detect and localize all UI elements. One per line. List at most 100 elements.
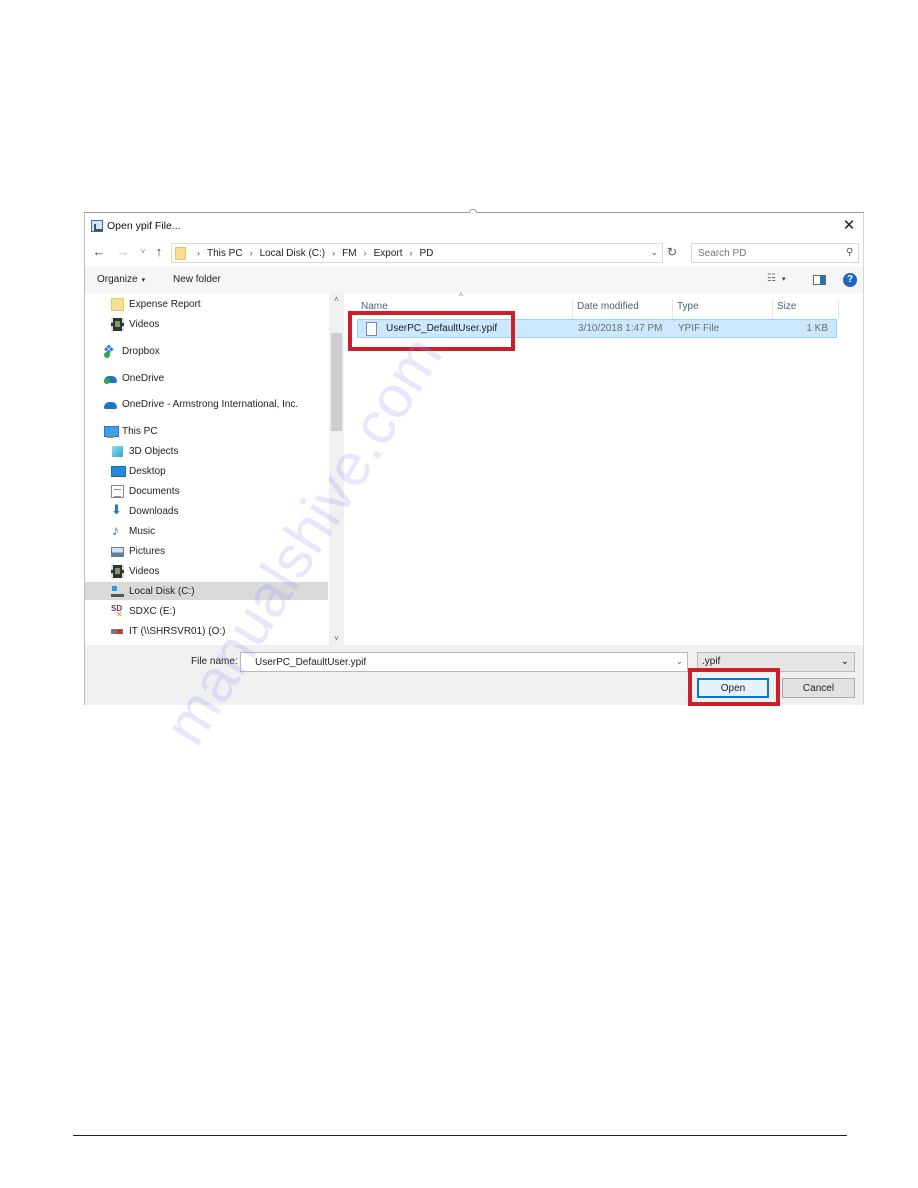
sidebar-item-label: SDXC (E:) [129, 605, 176, 617]
sidebar-item-label: Expense Report [129, 298, 201, 310]
sidebar-item-onedrive-armstrong[interactable]: OneDrive - Armstrong International, Inc. [104, 395, 298, 413]
file-name-combobox[interactable]: ⌄ [240, 652, 688, 672]
3d-objects-icon [111, 445, 124, 458]
sd-card-icon [111, 604, 124, 619]
onedrive-business-icon [104, 398, 117, 411]
column-header-size[interactable]: Size [773, 299, 839, 319]
sidebar-item-label: Dropbox [122, 345, 160, 357]
sidebar-item-desktop[interactable]: Desktop [111, 462, 166, 480]
change-view-button[interactable]: ☷ ▾ [767, 273, 785, 284]
sidebar-item-3d-objects[interactable]: 3D Objects [111, 442, 178, 460]
file-type-filter[interactable]: .ypif ⌄ [697, 652, 855, 672]
refresh-icon[interactable]: ↻ [667, 245, 677, 259]
sidebar-item-local-disk[interactable]: Local Disk (C:) [85, 582, 328, 600]
chevron-right-icon[interactable]: › [410, 248, 413, 259]
sidebar-item-pictures[interactable]: Pictures [111, 542, 165, 560]
chevron-down-icon[interactable]: ⌄ [650, 247, 658, 258]
address-bar[interactable]: › This PC › Local Disk (C:) › FM › Expor… [171, 243, 663, 263]
file-name: UserPC_DefaultUser.ypif [386, 323, 498, 334]
organize-button[interactable]: Organize ▾ [97, 274, 145, 285]
file-type-filter-value: .ypif [702, 656, 721, 667]
organize-label: Organize [97, 274, 138, 285]
breadcrumb-local-disk[interactable]: Local Disk (C:) [260, 248, 326, 259]
breadcrumb-fm[interactable]: FM [342, 248, 356, 259]
page-footer-rule [73, 1135, 847, 1136]
sidebar-item-label: Music [129, 525, 156, 537]
sidebar-item-label: This PC [122, 425, 158, 437]
up-button[interactable]: ↑ [151, 243, 167, 261]
chevron-down-icon[interactable]: ⌄ [675, 656, 683, 667]
open-file-dialog: Open ypif File... ✕ ← → ˅ ↑ › This PC › … [84, 213, 864, 705]
videos-icon [111, 317, 124, 331]
scroll-down-icon[interactable]: ˅ [329, 634, 344, 643]
breadcrumb-export[interactable]: Export [374, 248, 403, 259]
app-icon [91, 220, 103, 232]
dialog-footer: File name: ⌄ .ypif ⌄ Open Cancel [85, 645, 863, 705]
chevron-down-icon: ⌄ [840, 656, 849, 667]
navigation-pane: Expense Report Videos Dropbox OneDrive O… [85, 293, 345, 645]
scroll-up-icon[interactable]: ˄ [329, 295, 344, 304]
sidebar-item-onedrive[interactable]: OneDrive [104, 369, 164, 387]
file-list: ^ Name Date modified Type Size UserPC_De… [347, 291, 863, 645]
close-button[interactable]: ✕ [839, 216, 859, 236]
sidebar-item-documents[interactable]: Documents [111, 482, 180, 500]
help-icon[interactable]: ? [843, 273, 857, 287]
breadcrumb-this-pc[interactable]: This PC [207, 248, 243, 259]
search-input[interactable] [692, 244, 832, 262]
downloads-icon [111, 502, 124, 518]
sidebar-item-sdxc[interactable]: SDXC (E:) [111, 602, 176, 620]
chevron-right-icon[interactable]: › [364, 248, 367, 259]
breadcrumb-pd[interactable]: PD [420, 248, 434, 259]
new-folder-button[interactable]: New folder [173, 274, 221, 285]
back-button[interactable]: ← [91, 243, 107, 261]
pictures-icon [111, 547, 124, 557]
sidebar-item-label: Videos [129, 318, 160, 330]
videos-icon [111, 564, 124, 578]
chevron-right-icon: › [197, 248, 200, 258]
sidebar-item-music[interactable]: Music [111, 522, 155, 540]
sidebar-item-expense-report[interactable]: Expense Report [111, 295, 201, 313]
sidebar-item-label: Videos [129, 565, 160, 577]
column-header-date-modified[interactable]: Date modified [573, 299, 673, 319]
sidebar-item-network-drive[interactable]: IT (\\SHRSVR01) (O:) [111, 622, 226, 640]
file-name-input[interactable] [241, 653, 661, 671]
search-icon[interactable]: ⚲ [846, 247, 853, 258]
column-header-type[interactable]: Type [673, 299, 773, 319]
sidebar-item-label: 3D Objects [129, 445, 179, 457]
sidebar-item-videos[interactable]: Videos [111, 315, 159, 333]
file-type: YPIF File [678, 323, 720, 334]
chevron-right-icon[interactable]: › [332, 248, 335, 259]
sidebar-item-videos-pc[interactable]: Videos [111, 562, 159, 580]
dialog-title: Open ypif File... [107, 220, 181, 232]
preview-pane-icon[interactable] [813, 275, 826, 285]
local-disk-icon [111, 585, 124, 598]
cancel-button[interactable]: Cancel [782, 678, 855, 698]
sidebar-item-label: IT (\\SHRSVR01) (O:) [129, 625, 226, 637]
column-header-name[interactable]: Name [357, 299, 573, 319]
breadcrumb: › This PC › Local Disk (C:) › FM › Expor… [190, 248, 433, 259]
forward-button[interactable]: → [115, 243, 131, 261]
sidebar-item-dropbox[interactable]: Dropbox [103, 342, 160, 360]
chevron-right-icon[interactable]: › [250, 248, 253, 259]
folder-icon [175, 247, 186, 260]
file-size: 1 KB [806, 323, 828, 334]
desktop-icon [111, 465, 126, 478]
view-details-icon: ☷ [767, 273, 776, 284]
navigation-pane-scrollbar[interactable]: ˄ ˅ [329, 293, 344, 645]
search-box[interactable]: ⚲ [691, 243, 859, 263]
scrollbar-thumb[interactable] [331, 333, 342, 431]
file-row-selected[interactable]: UserPC_DefaultUser.ypif 3/10/2018 1:47 P… [357, 319, 837, 338]
recent-locations-button[interactable]: ˅ [135, 243, 151, 261]
caret-down-icon: ▾ [141, 277, 146, 284]
sidebar-item-this-pc[interactable]: This PC [104, 422, 158, 440]
dropbox-icon [103, 342, 117, 358]
sidebar-item-label: Downloads [129, 505, 179, 517]
folder-icon [111, 297, 124, 311]
sidebar-item-label: Pictures [129, 545, 166, 557]
file-name-label: File name: [191, 656, 238, 667]
sidebar-item-downloads[interactable]: Downloads [111, 502, 178, 520]
caret-down-icon: ▾ [781, 276, 786, 283]
network-drive-disconnected-icon [111, 625, 124, 638]
file-date-modified: 3/10/2018 1:47 PM [578, 323, 663, 334]
open-button[interactable]: Open [697, 678, 769, 698]
